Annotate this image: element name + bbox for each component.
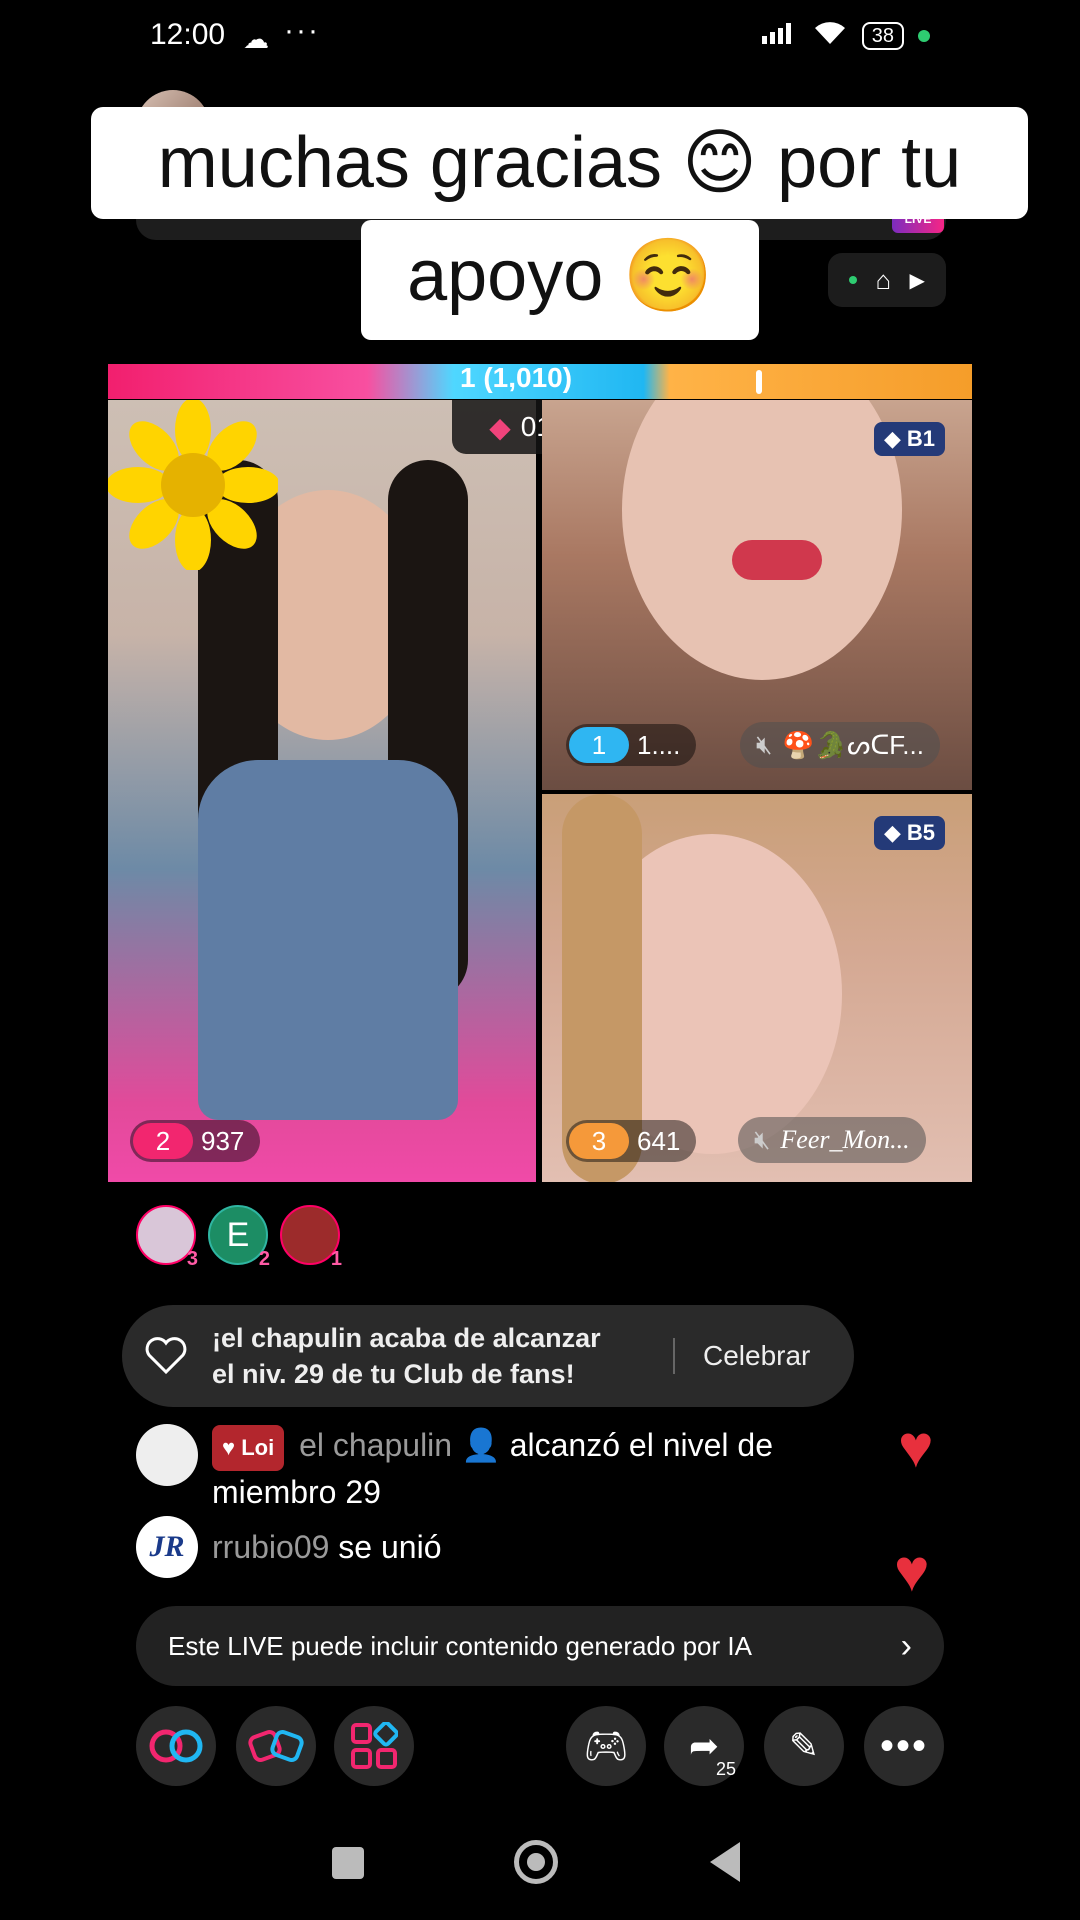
ai-content-banner[interactable]: Este LIVE puede incluir contenido genera…: [136, 1606, 944, 1686]
fan-badge: ♥ Loi: [212, 1424, 285, 1471]
chat-text: alcanzó el nivel de: [509, 1427, 773, 1463]
supporter-rank: 2: [258, 1248, 270, 1270]
cloud-icon: ☁: [243, 24, 269, 54]
effects-button[interactable]: ✎: [764, 1706, 844, 1786]
b5-name-pill[interactable]: 🔇︎ Feer_Mon...: [738, 1117, 926, 1163]
b5-tag: ◆ B5: [874, 816, 946, 850]
status-dot-icon: [849, 276, 858, 284]
caption-line-2: apoyo ☺️: [361, 220, 759, 340]
recent-apps-button[interactable]: [332, 1847, 364, 1879]
privacy-dot: [918, 29, 930, 42]
home-icon[interactable]: ⌂: [875, 265, 891, 296]
supporter-avatar[interactable]: 3: [136, 1205, 198, 1270]
main-rank-pill: 2 937: [130, 1120, 261, 1162]
chat-avatar[interactable]: JR: [136, 1516, 198, 1578]
chat-avatar[interactable]: [136, 1424, 198, 1486]
mini-controls[interactable]: ⌂ ▶: [828, 253, 946, 307]
b5-rank: 3: [569, 1123, 629, 1159]
battle-icon: ◆: [489, 411, 511, 443]
top-clothing: [198, 760, 458, 1120]
fan-club-text-line1: ¡el chapulin acaba de alcanzar: [212, 1323, 601, 1353]
fan-badge-label: Loi: [241, 1434, 275, 1460]
home-button[interactable]: [514, 1840, 558, 1884]
b1-tag: ◆ B1: [874, 422, 946, 456]
sunflower-sticker: [106, 398, 280, 572]
b1-name-pill[interactable]: 🔇︎ 🍄🐊ᔕᑕF...: [740, 722, 940, 768]
mute-icon: 🔇︎: [756, 729, 773, 759]
more-dots-icon: •••: [879, 1723, 928, 1768]
wifi-icon: [812, 18, 848, 53]
lips: [732, 540, 822, 580]
heart-outline-icon: [144, 1336, 188, 1381]
chat-text: se unió: [338, 1529, 442, 1565]
battle-score-label: 1 (1,010): [460, 362, 573, 393]
supporter-initial: E: [226, 1215, 250, 1254]
caption-line-1: muchas gracias 😊 por tu: [91, 107, 1028, 219]
game-controller-icon: 🎮︎: [583, 1725, 629, 1766]
chat-username[interactable]: el chapulin: [299, 1427, 452, 1463]
share-arrow-icon: ➦: [688, 1725, 720, 1766]
member-icon: 👤: [460, 1427, 501, 1463]
main-rank: 2: [133, 1123, 193, 1159]
b1-score: 1....: [637, 729, 681, 760]
share-count: 25: [715, 1759, 736, 1779]
multi-guest-button[interactable]: [136, 1706, 216, 1786]
supporter-rank: 3: [186, 1248, 198, 1270]
chat-message: ♥ Loi el chapulin 👤 alcanzó el nivel de …: [212, 1424, 892, 1513]
b1-name: 🍄🐊ᔕᑕF...: [782, 729, 924, 760]
diamond-icon: ◆: [884, 426, 901, 451]
b5-name: Feer_Mon...: [780, 1125, 910, 1154]
celebrate-button[interactable]: Celebrar: [703, 1340, 810, 1372]
heart-icon: ♥: [894, 1537, 930, 1604]
back-button[interactable]: [710, 1842, 740, 1882]
b5-rank-pill: 3 641: [566, 1120, 697, 1162]
battle-button[interactable]: [236, 1706, 316, 1786]
diamond-icon: ◆: [884, 820, 901, 845]
supporter-rank: 1: [330, 1248, 342, 1270]
link-icon: [149, 1729, 203, 1763]
more-options-button[interactable]: •••: [864, 1706, 944, 1786]
signal-icon: [761, 20, 798, 51]
fan-club-text-line2: el niv. 29 de tu Club de fans!: [212, 1359, 575, 1389]
magic-wand-icon: ✎: [788, 1725, 820, 1766]
supporter-avatar[interactable]: 1: [280, 1205, 342, 1270]
status-time: 12:00: [150, 18, 226, 51]
b1-rank-pill: 1 1....: [566, 724, 697, 766]
chat-message: rrubio09 se unió: [212, 1526, 441, 1568]
battery-indicator: 38: [861, 21, 904, 50]
b1-tag-label: B1: [906, 426, 936, 451]
heart-icon: ♥: [898, 1413, 934, 1480]
chat-username[interactable]: rrubio09: [212, 1529, 329, 1565]
play-icon[interactable]: ▶: [909, 268, 924, 293]
chevron-right-icon: ›: [900, 1626, 912, 1665]
more-features-button[interactable]: [334, 1706, 414, 1786]
b5-score: 641: [637, 1125, 681, 1156]
top-supporters[interactable]: 3 E 2 1: [136, 1205, 342, 1270]
share-button[interactable]: ➦ 25: [664, 1706, 744, 1786]
b5-tag-label: B5: [906, 820, 936, 845]
grid-icon: [351, 1722, 398, 1769]
ai-banner-text: Este LIVE puede incluir contenido genera…: [168, 1630, 752, 1661]
battle-gloves-icon: [248, 1729, 304, 1763]
status-dots: ···: [284, 14, 320, 47]
fan-club-text: ¡el chapulin acaba de alcanzar el niv. 2…: [212, 1320, 601, 1392]
b1-rank: 1: [569, 727, 629, 763]
chat-text-line2: miembro 29: [212, 1473, 381, 1510]
game-button[interactable]: 🎮︎: [566, 1706, 646, 1786]
mute-icon: 🔇︎: [754, 1124, 771, 1154]
score-marker: [756, 370, 762, 394]
status-icons: 38: [761, 18, 930, 53]
supporter-avatar[interactable]: E 2: [208, 1205, 270, 1270]
divider: [673, 1338, 675, 1374]
main-score: 937: [201, 1125, 245, 1156]
